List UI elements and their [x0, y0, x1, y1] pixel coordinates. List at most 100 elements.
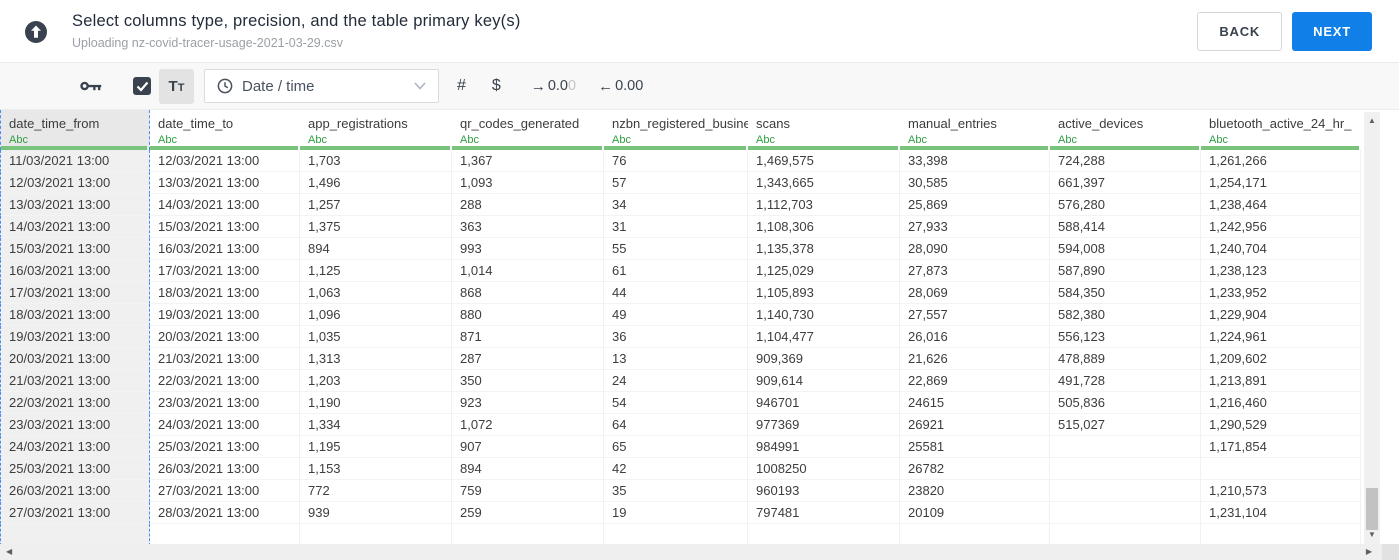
table-cell: 287 [452, 348, 604, 370]
column-type-badge: Abc [908, 134, 927, 146]
column-header-scans[interactable]: scans Abc [748, 110, 900, 150]
upload-icon [24, 20, 48, 44]
column-header-date_time_from[interactable]: date_time_from Abc [0, 110, 150, 150]
table-cell: 1,496 [300, 172, 452, 194]
scroll-up-icon[interactable]: ▲ [1364, 116, 1380, 126]
table-cell: 1,093 [452, 172, 604, 194]
column-header-nzbn_registered_busine[interactable]: nzbn_registered_busine Abc [604, 110, 748, 150]
table-cell: 61 [604, 260, 748, 282]
column-type-select[interactable]: Date / time [204, 69, 439, 103]
table-cell: 20/03/2021 13:00 [150, 326, 300, 348]
table-cell: 19/03/2021 13:00 [0, 326, 150, 348]
table-cell: 1,290,529 [1201, 414, 1361, 436]
table-cell: 20/03/2021 13:00 [0, 348, 150, 370]
table-row [0, 524, 1361, 546]
table-cell: 18/03/2021 13:00 [0, 304, 150, 326]
table-cell: 1,140,730 [748, 304, 900, 326]
text-type-button[interactable]: Tt [159, 68, 194, 104]
chevron-down-icon [414, 82, 426, 90]
scroll-left-icon[interactable]: ◀ [6, 544, 12, 560]
table-cell: 21/03/2021 13:00 [150, 348, 300, 370]
table-cell [0, 524, 150, 546]
table-cell: 1,153 [300, 458, 452, 480]
primary-key-icon[interactable] [80, 79, 102, 93]
table-cell: 55 [604, 238, 748, 260]
csv-preview-table: date_time_from Abc date_time_to Abc app_regi… [0, 110, 1361, 560]
back-button[interactable]: BACK [1197, 11, 1283, 51]
column-header-qr_codes_generated[interactable]: qr_codes_generated Abc [452, 110, 604, 150]
table-row: 21/03/2021 13:00 22/03/2021 13:00 1,203 350… [0, 370, 1361, 392]
table-cell: 13/03/2021 13:00 [0, 194, 150, 216]
table-cell: 23820 [900, 480, 1050, 502]
column-header-active_devices[interactable]: active_devices Abc [1050, 110, 1201, 150]
table-cell: 65 [604, 436, 748, 458]
include-column-checkbox[interactable] [133, 77, 151, 95]
number-type-button[interactable]: # [457, 77, 466, 95]
table-cell: 28/03/2021 13:00 [150, 502, 300, 524]
table-cell: 1,240,704 [1201, 238, 1361, 260]
table-cell: 17/03/2021 13:00 [150, 260, 300, 282]
table-cell: 1,104,477 [748, 326, 900, 348]
column-header-date_time_to[interactable]: date_time_to Abc [150, 110, 300, 150]
scroll-right-icon[interactable]: ▶ [1366, 544, 1372, 560]
column-header-manual_entries[interactable]: manual_entries Abc [900, 110, 1050, 150]
table-cell: 1008250 [748, 458, 900, 480]
column-header-app_registrations[interactable]: app_registrations Abc [300, 110, 452, 150]
table-row: 24/03/2021 13:00 25/03/2021 13:00 1,195 907… [0, 436, 1361, 458]
table-cell: 12/03/2021 13:00 [150, 150, 300, 172]
table-cell: 1,108,306 [748, 216, 900, 238]
table-cell: 24/03/2021 13:00 [0, 436, 150, 458]
column-name: bluetooth_active_24_hr_ [1209, 116, 1352, 131]
horizontal-scrollbar[interactable]: ◀ ▶ [0, 544, 1382, 560]
table-cell: 909,614 [748, 370, 900, 392]
scroll-down-icon[interactable]: ▼ [1364, 530, 1380, 540]
next-button[interactable]: NEXT [1292, 11, 1372, 51]
table-row: 18/03/2021 13:00 19/03/2021 13:00 1,096 880… [0, 304, 1361, 326]
table-cell: 515,027 [1050, 414, 1201, 436]
table-cell: 26/03/2021 13:00 [0, 480, 150, 502]
table-cell [1050, 436, 1201, 458]
table-cell: 594,008 [1050, 238, 1201, 260]
vertical-scrollbar-thumb[interactable] [1366, 488, 1378, 530]
decimal-decrease-button[interactable]: ← 0.00 [598, 78, 643, 95]
table-cell: 1,231,104 [1201, 502, 1361, 524]
decimal-increase-button[interactable]: → 0.0 0 [531, 78, 576, 95]
table-cell: 23/03/2021 13:00 [0, 414, 150, 436]
column-type-badge: Abc [1209, 134, 1228, 146]
table-cell: 584,350 [1050, 282, 1201, 304]
table-cell: 1,072 [452, 414, 604, 436]
table-cell: 28,069 [900, 282, 1050, 304]
table-cell: 478,889 [1050, 348, 1201, 370]
table-cell: 1,216,460 [1201, 392, 1361, 414]
currency-type-button[interactable]: $ [492, 77, 501, 95]
column-type-select-value: Date / time [242, 77, 315, 95]
table-cell: 1,112,703 [748, 194, 900, 216]
table-cell: 1,195 [300, 436, 452, 458]
column-header-bluetooth_active_24_hr_[interactable]: bluetooth_active_24_hr_ Abc [1201, 110, 1361, 150]
table-cell: 30,585 [900, 172, 1050, 194]
table-cell: 11/03/2021 13:00 [0, 150, 150, 172]
table-cell: 724,288 [1050, 150, 1201, 172]
table-cell: 26,016 [900, 326, 1050, 348]
table-cell: 12/03/2021 13:00 [0, 172, 150, 194]
table-cell: 505,836 [1050, 392, 1201, 414]
table-cell: 797481 [748, 502, 900, 524]
table-cell: 14/03/2021 13:00 [0, 216, 150, 238]
table-row: 15/03/2021 13:00 16/03/2021 13:00 894 993 55… [0, 238, 1361, 260]
table-cell: 1,242,956 [1201, 216, 1361, 238]
table-cell: 582,380 [1050, 304, 1201, 326]
table-cell: 1,035 [300, 326, 452, 348]
vertical-scrollbar[interactable]: ▲ ▼ [1364, 112, 1380, 544]
table-cell: 25581 [900, 436, 1050, 458]
table-cell [1050, 502, 1201, 524]
column-name: qr_codes_generated [460, 116, 580, 131]
table-cell: 1,224,961 [1201, 326, 1361, 348]
table-cell: 661,397 [1050, 172, 1201, 194]
scrollbar-corner [1382, 544, 1399, 560]
table-cell: 587,890 [1050, 260, 1201, 282]
table-cell: 19 [604, 502, 748, 524]
table-cell: 13/03/2021 13:00 [150, 172, 300, 194]
table-cell: 1,171,854 [1201, 436, 1361, 458]
column-type-badge: Abc [612, 134, 631, 146]
table-cell [150, 524, 300, 546]
